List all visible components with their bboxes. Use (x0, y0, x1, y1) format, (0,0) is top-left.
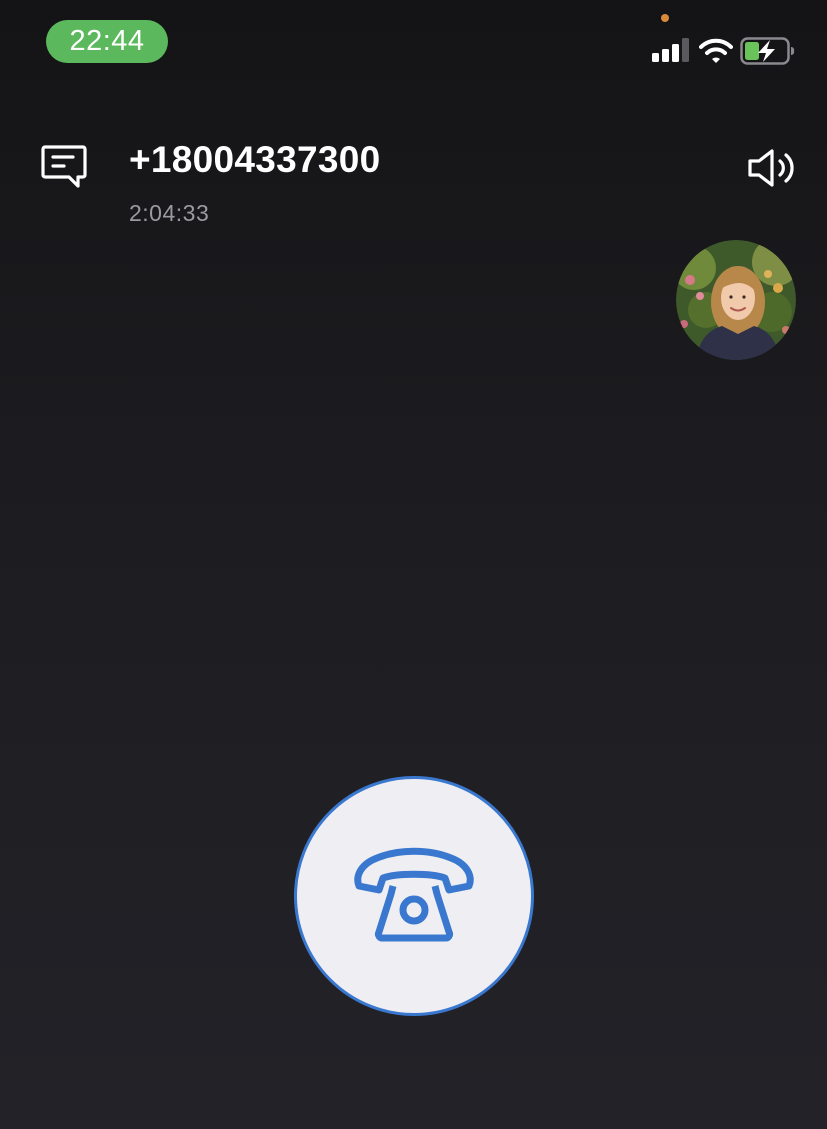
caller-phone-number: +18004337300 (129, 139, 381, 180)
telephone-icon (354, 847, 474, 942)
status-time-pill: 22:44 (46, 20, 168, 63)
contact-avatar (676, 240, 796, 360)
speaker-icon[interactable] (746, 148, 800, 188)
wifi-icon (699, 38, 733, 63)
call-duration: 2:04:33 (129, 200, 210, 226)
cellular-signal-icon (652, 38, 689, 62)
privacy-indicator-dot (661, 14, 669, 22)
call-button[interactable] (294, 776, 534, 1016)
status-time: 22:44 (69, 25, 145, 57)
battery-charging-icon (740, 37, 795, 65)
message-icon[interactable] (40, 143, 88, 189)
